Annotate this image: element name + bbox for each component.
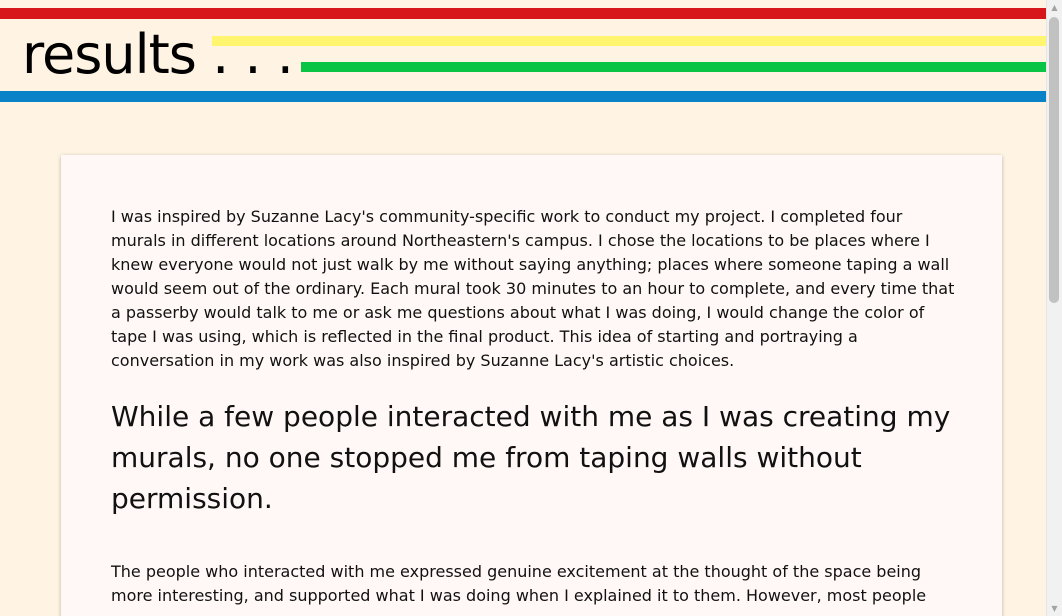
page: results . . . I was inspired by Suzanne … xyxy=(0,0,1062,616)
scroll-up-arrow-icon[interactable]: ▲ xyxy=(1047,0,1062,15)
intro-paragraph: I was inspired by Suzanne Lacy's communi… xyxy=(111,207,955,370)
page-title: results . . . xyxy=(22,23,294,86)
vertical-scrollbar[interactable]: ▲ ▼ xyxy=(1046,0,1062,616)
scrollbar-thumb[interactable] xyxy=(1049,17,1059,303)
blue-stripe xyxy=(0,91,1047,102)
green-stripe xyxy=(301,62,1062,72)
red-stripe xyxy=(0,8,1047,19)
content-card: I was inspired by Suzanne Lacy's communi… xyxy=(61,155,1002,616)
reactions-paragraph: The people who interacted with me expres… xyxy=(111,562,927,605)
yellow-stripe xyxy=(212,36,1062,46)
scroll-down-arrow-icon[interactable]: ▼ xyxy=(1047,601,1062,616)
pull-quote: While a few people interacted with me as… xyxy=(111,400,951,515)
